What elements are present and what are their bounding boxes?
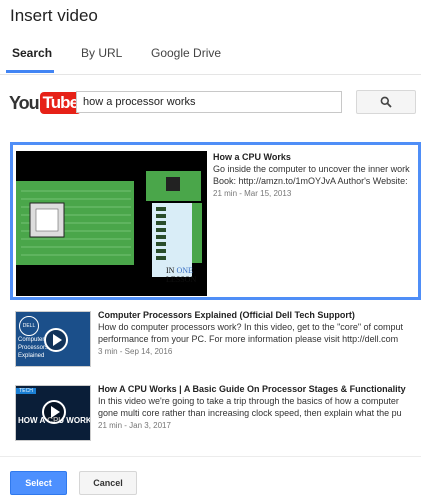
tech-badge: TECH — [16, 388, 36, 394]
result-description: Go inside the computer to uncover the in… — [213, 164, 410, 174]
result-description: In this video we're going to take a trip… — [98, 396, 399, 406]
result-description: Book: http://amzn.to/1mOYJvA Author's We… — [213, 176, 408, 186]
result-item-selected[interactable]: IN ONE LESSON How a CPU Works Go inside … — [10, 142, 421, 300]
result-item[interactable]: DELL Computer Processors Explained Compu… — [10, 307, 421, 371]
video-thumbnail: TECH HOW A CPU WORKS — [15, 385, 91, 441]
result-title: Computer Processors Explained (Official … — [98, 310, 355, 320]
results-list[interactable]: IN ONE LESSON How a CPU Works Go inside … — [0, 137, 421, 455]
search-icon — [380, 96, 392, 108]
cancel-button[interactable]: Cancel — [79, 471, 137, 495]
video-thumbnail: DELL Computer Processors Explained — [15, 311, 91, 367]
tab-search[interactable]: Search — [12, 46, 52, 60]
tab-by-url[interactable]: By URL — [81, 46, 122, 60]
youtube-logo: You Tube — [9, 91, 82, 115]
result-item[interactable]: TECH HOW A CPU WORKS How A CPU Works | A… — [10, 381, 421, 445]
active-tab-indicator — [6, 70, 54, 73]
svg-text:IN ONE: IN ONE — [166, 266, 193, 275]
result-title: How a CPU Works — [213, 152, 291, 162]
result-description: gone multi core rather than increasing c… — [98, 408, 402, 418]
dialog-title: Insert video — [10, 6, 98, 25]
result-duration-date: 3 min - Sep 14, 2016 — [98, 347, 173, 356]
search-button[interactable] — [356, 90, 416, 114]
result-description: performance from your PC. For more infor… — [98, 334, 399, 344]
result-meta: How A CPU Works | A Basic Guide On Proce… — [98, 383, 421, 432]
result-title: How A CPU Works | A Basic Guide On Proce… — [98, 384, 406, 394]
youtube-logo-tube: Tube — [39, 92, 82, 114]
play-icon — [44, 328, 68, 352]
result-duration-date: 21 min - Jan 3, 2017 — [98, 421, 171, 430]
tab-google-drive[interactable]: Google Drive — [151, 46, 221, 60]
select-button[interactable]: Select — [10, 471, 67, 495]
result-description: How do computer processors work? In this… — [98, 322, 404, 332]
cpu-diagram-image: IN ONE LESSON — [16, 151, 207, 296]
play-icon — [42, 400, 66, 424]
result-duration-date: 21 min - Mar 15, 2013 — [213, 189, 292, 198]
dialog-footer: Select Cancel — [0, 456, 421, 501]
result-meta: How a CPU Works Go inside the computer t… — [213, 151, 418, 200]
video-thumbnail: IN ONE LESSON — [16, 151, 207, 296]
svg-text:LESSON: LESSON — [166, 275, 196, 284]
search-input[interactable] — [76, 91, 342, 113]
youtube-logo-you: You — [9, 92, 40, 113]
tab-bar: Search By URL Google Drive — [0, 44, 421, 75]
dell-logo: DELL — [19, 316, 39, 336]
result-meta: Computer Processors Explained (Official … — [98, 309, 421, 358]
